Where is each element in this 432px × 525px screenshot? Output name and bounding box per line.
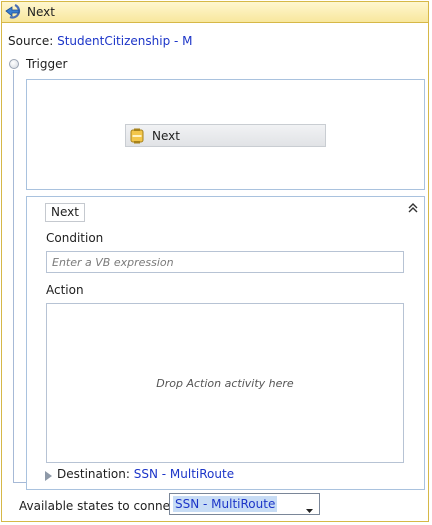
action-drop-zone[interactable]: Drop Action activity here bbox=[46, 303, 404, 463]
source-label: Source: bbox=[8, 34, 54, 48]
connector-line bbox=[13, 70, 14, 483]
trigger-activity-label: Next bbox=[152, 129, 180, 143]
transition-name[interactable]: Next bbox=[45, 203, 85, 222]
destination-label: Destination: bbox=[57, 467, 130, 481]
back-arrow-icon bbox=[5, 3, 23, 20]
trigger-connector-dot bbox=[9, 59, 19, 69]
action-drop-hint: Drop Action activity here bbox=[156, 376, 294, 390]
trigger-label: Trigger bbox=[26, 57, 68, 71]
title-bar: Next bbox=[2, 2, 428, 23]
source-state-link[interactable]: StudentCitizenship - M bbox=[57, 34, 192, 48]
source-row: Source: StudentCitizenship - M bbox=[8, 34, 193, 48]
destination-row: Destination: SSN - MultiRoute bbox=[57, 467, 234, 481]
page-title: Next bbox=[27, 5, 55, 19]
trigger-activity[interactable]: Next bbox=[125, 124, 326, 147]
dropdown-arrow-icon bbox=[306, 502, 313, 513]
condition-input[interactable] bbox=[46, 251, 404, 273]
available-states-select[interactable]: SSN - MultiRoute bbox=[169, 493, 320, 515]
condition-label: Condition bbox=[46, 231, 104, 245]
sequence-activity-icon bbox=[129, 128, 145, 144]
available-states-value: SSN - MultiRoute bbox=[173, 496, 278, 512]
destination-arrow-icon bbox=[45, 471, 52, 481]
trigger-panel[interactable]: Next bbox=[26, 79, 425, 190]
transition-panel: Next Condition Action Drop Action activi… bbox=[26, 196, 425, 490]
destination-state-link[interactable]: SSN - MultiRoute bbox=[134, 467, 234, 481]
available-states-label: Available states to connect: bbox=[19, 499, 186, 513]
action-label: Action bbox=[46, 283, 84, 297]
double-chevron-up-icon[interactable] bbox=[407, 202, 419, 214]
transition-designer: Next Source: StudentCitizenship - M Trig… bbox=[1, 1, 429, 522]
